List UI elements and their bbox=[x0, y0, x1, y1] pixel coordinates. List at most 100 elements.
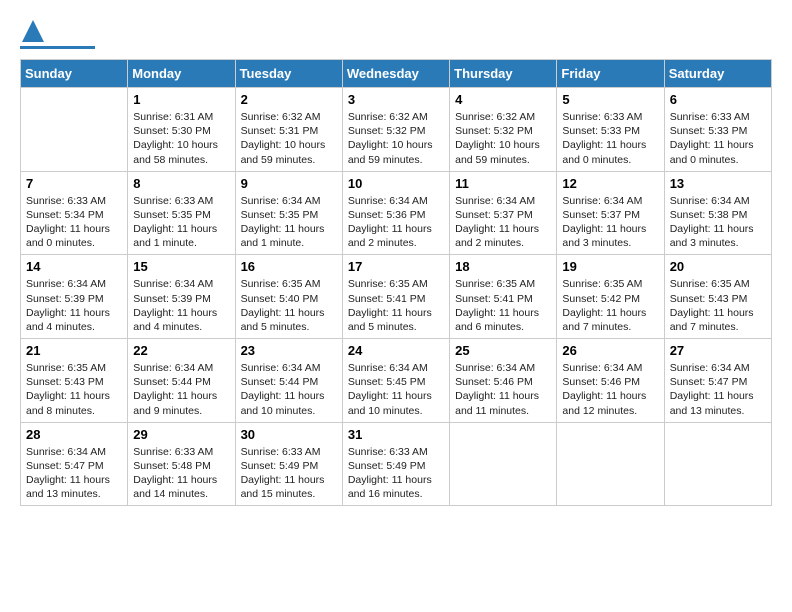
day-number: 12 bbox=[562, 176, 658, 191]
day-number: 22 bbox=[133, 343, 229, 358]
day-content: Sunrise: 6:34 AM Sunset: 5:44 PM Dayligh… bbox=[133, 361, 229, 418]
calendar-week-2: 7 Sunrise: 6:33 AM Sunset: 5:34 PM Daylig… bbox=[21, 171, 772, 255]
day-content: Sunrise: 6:33 AM Sunset: 5:48 PM Dayligh… bbox=[133, 445, 229, 502]
day-number: 25 bbox=[455, 343, 551, 358]
day-content: Sunrise: 6:33 AM Sunset: 5:34 PM Dayligh… bbox=[26, 194, 122, 251]
day-content: Sunrise: 6:34 AM Sunset: 5:44 PM Dayligh… bbox=[241, 361, 337, 418]
calendar-header-monday: Monday bbox=[128, 60, 235, 88]
calendar-cell: 13 Sunrise: 6:34 AM Sunset: 5:38 PM Dayli… bbox=[664, 171, 771, 255]
day-content: Sunrise: 6:34 AM Sunset: 5:46 PM Dayligh… bbox=[455, 361, 551, 418]
day-number: 24 bbox=[348, 343, 444, 358]
day-number: 23 bbox=[241, 343, 337, 358]
day-number: 7 bbox=[26, 176, 122, 191]
calendar-cell: 21 Sunrise: 6:35 AM Sunset: 5:43 PM Dayli… bbox=[21, 339, 128, 423]
day-number: 15 bbox=[133, 259, 229, 274]
day-content: Sunrise: 6:35 AM Sunset: 5:43 PM Dayligh… bbox=[670, 277, 766, 334]
day-number: 31 bbox=[348, 427, 444, 442]
day-number: 11 bbox=[455, 176, 551, 191]
calendar-cell: 16Sunrise: 6:35 AM Sunset: 5:40 PM Dayli… bbox=[235, 255, 342, 339]
day-content: Sunrise: 6:33 AM Sunset: 5:35 PM Dayligh… bbox=[133, 194, 229, 251]
day-number: 17 bbox=[348, 259, 444, 274]
calendar-cell: 18Sunrise: 6:35 AM Sunset: 5:41 PM Dayli… bbox=[450, 255, 557, 339]
day-content: Sunrise: 6:33 AM Sunset: 5:49 PM Dayligh… bbox=[241, 445, 337, 502]
day-number: 3 bbox=[348, 92, 444, 107]
calendar-cell: 29 Sunrise: 6:33 AM Sunset: 5:48 PM Dayli… bbox=[128, 422, 235, 506]
day-number: 9 bbox=[241, 176, 337, 191]
day-number: 6 bbox=[670, 92, 766, 107]
day-number: 21 bbox=[26, 343, 122, 358]
day-content: Sunrise: 6:33 AM Sunset: 5:33 PM Dayligh… bbox=[562, 110, 658, 167]
calendar-cell: 19 Sunrise: 6:35 AM Sunset: 5:42 PM Dayli… bbox=[557, 255, 664, 339]
day-content: Sunrise: 6:34 AM Sunset: 5:38 PM Dayligh… bbox=[670, 194, 766, 251]
day-content: Sunrise: 6:35 AM Sunset: 5:41 PM Dayligh… bbox=[455, 277, 551, 334]
day-content: Sunrise: 6:35 AM Sunset: 5:43 PM Dayligh… bbox=[26, 361, 122, 418]
calendar-cell: 22 Sunrise: 6:34 AM Sunset: 5:44 PM Dayli… bbox=[128, 339, 235, 423]
day-number: 10 bbox=[348, 176, 444, 191]
calendar-cell: 2 Sunrise: 6:32 AM Sunset: 5:31 PM Daylig… bbox=[235, 88, 342, 172]
page-header bbox=[20, 20, 772, 49]
day-content: Sunrise: 6:32 AM Sunset: 5:32 PM Dayligh… bbox=[348, 110, 444, 167]
calendar-cell: 8Sunrise: 6:33 AM Sunset: 5:35 PM Daylig… bbox=[128, 171, 235, 255]
day-number: 29 bbox=[133, 427, 229, 442]
calendar-cell: 20 Sunrise: 6:35 AM Sunset: 5:43 PM Dayli… bbox=[664, 255, 771, 339]
calendar-cell: 23 Sunrise: 6:34 AM Sunset: 5:44 PM Dayli… bbox=[235, 339, 342, 423]
calendar-cell: 17 Sunrise: 6:35 AM Sunset: 5:41 PM Dayli… bbox=[342, 255, 449, 339]
calendar-cell: 5Sunrise: 6:33 AM Sunset: 5:33 PM Daylig… bbox=[557, 88, 664, 172]
calendar-cell: 26 Sunrise: 6:34 AM Sunset: 5:46 PM Dayli… bbox=[557, 339, 664, 423]
calendar-cell: 10 Sunrise: 6:34 AM Sunset: 5:36 PM Dayli… bbox=[342, 171, 449, 255]
day-number: 13 bbox=[670, 176, 766, 191]
logo bbox=[20, 20, 95, 49]
calendar-header-wednesday: Wednesday bbox=[342, 60, 449, 88]
calendar-header-row: SundayMondayTuesdayWednesdayThursdayFrid… bbox=[21, 60, 772, 88]
day-number: 30 bbox=[241, 427, 337, 442]
day-number: 19 bbox=[562, 259, 658, 274]
calendar-cell: 7 Sunrise: 6:33 AM Sunset: 5:34 PM Daylig… bbox=[21, 171, 128, 255]
day-content: Sunrise: 6:35 AM Sunset: 5:42 PM Dayligh… bbox=[562, 277, 658, 334]
calendar-cell: 6 Sunrise: 6:33 AM Sunset: 5:33 PM Daylig… bbox=[664, 88, 771, 172]
calendar-cell bbox=[21, 88, 128, 172]
calendar-cell: 11Sunrise: 6:34 AM Sunset: 5:37 PM Dayli… bbox=[450, 171, 557, 255]
day-number: 26 bbox=[562, 343, 658, 358]
day-content: Sunrise: 6:35 AM Sunset: 5:41 PM Dayligh… bbox=[348, 277, 444, 334]
day-content: Sunrise: 6:33 AM Sunset: 5:33 PM Dayligh… bbox=[670, 110, 766, 167]
calendar-cell bbox=[664, 422, 771, 506]
day-content: Sunrise: 6:34 AM Sunset: 5:39 PM Dayligh… bbox=[26, 277, 122, 334]
day-number: 28 bbox=[26, 427, 122, 442]
day-content: Sunrise: 6:35 AM Sunset: 5:40 PM Dayligh… bbox=[241, 277, 337, 334]
calendar-header-friday: Friday bbox=[557, 60, 664, 88]
day-content: Sunrise: 6:31 AM Sunset: 5:30 PM Dayligh… bbox=[133, 110, 229, 167]
calendar-cell: 1 Sunrise: 6:31 AM Sunset: 5:30 PM Daylig… bbox=[128, 88, 235, 172]
day-number: 20 bbox=[670, 259, 766, 274]
logo-line bbox=[20, 46, 95, 49]
calendar-week-5: 28 Sunrise: 6:34 AM Sunset: 5:47 PM Dayli… bbox=[21, 422, 772, 506]
calendar-week-1: 1 Sunrise: 6:31 AM Sunset: 5:30 PM Daylig… bbox=[21, 88, 772, 172]
day-number: 2 bbox=[241, 92, 337, 107]
day-number: 27 bbox=[670, 343, 766, 358]
calendar-cell: 25 Sunrise: 6:34 AM Sunset: 5:46 PM Dayli… bbox=[450, 339, 557, 423]
calendar-cell: 27 Sunrise: 6:34 AM Sunset: 5:47 PM Dayli… bbox=[664, 339, 771, 423]
day-content: Sunrise: 6:34 AM Sunset: 5:47 PM Dayligh… bbox=[670, 361, 766, 418]
calendar-cell: 14 Sunrise: 6:34 AM Sunset: 5:39 PM Dayli… bbox=[21, 255, 128, 339]
calendar-cell: 31Sunrise: 6:33 AM Sunset: 5:49 PM Dayli… bbox=[342, 422, 449, 506]
day-content: Sunrise: 6:32 AM Sunset: 5:32 PM Dayligh… bbox=[455, 110, 551, 167]
calendar-cell bbox=[557, 422, 664, 506]
day-content: Sunrise: 6:34 AM Sunset: 5:36 PM Dayligh… bbox=[348, 194, 444, 251]
calendar-week-3: 14 Sunrise: 6:34 AM Sunset: 5:39 PM Dayli… bbox=[21, 255, 772, 339]
day-number: 1 bbox=[133, 92, 229, 107]
calendar-cell bbox=[450, 422, 557, 506]
calendar-table: SundayMondayTuesdayWednesdayThursdayFrid… bbox=[20, 59, 772, 506]
day-content: Sunrise: 6:34 AM Sunset: 5:46 PM Dayligh… bbox=[562, 361, 658, 418]
calendar-cell: 15 Sunrise: 6:34 AM Sunset: 5:39 PM Dayli… bbox=[128, 255, 235, 339]
calendar-cell: 28 Sunrise: 6:34 AM Sunset: 5:47 PM Dayli… bbox=[21, 422, 128, 506]
calendar-cell: 4 Sunrise: 6:32 AM Sunset: 5:32 PM Daylig… bbox=[450, 88, 557, 172]
logo-icon bbox=[22, 20, 44, 42]
calendar-cell: 3 Sunrise: 6:32 AM Sunset: 5:32 PM Daylig… bbox=[342, 88, 449, 172]
day-content: Sunrise: 6:34 AM Sunset: 5:39 PM Dayligh… bbox=[133, 277, 229, 334]
day-content: Sunrise: 6:34 AM Sunset: 5:47 PM Dayligh… bbox=[26, 445, 122, 502]
calendar-week-4: 21 Sunrise: 6:35 AM Sunset: 5:43 PM Dayli… bbox=[21, 339, 772, 423]
calendar-header-thursday: Thursday bbox=[450, 60, 557, 88]
day-content: Sunrise: 6:32 AM Sunset: 5:31 PM Dayligh… bbox=[241, 110, 337, 167]
calendar-cell: 30 Sunrise: 6:33 AM Sunset: 5:49 PM Dayli… bbox=[235, 422, 342, 506]
day-number: 4 bbox=[455, 92, 551, 107]
day-number: 14 bbox=[26, 259, 122, 274]
